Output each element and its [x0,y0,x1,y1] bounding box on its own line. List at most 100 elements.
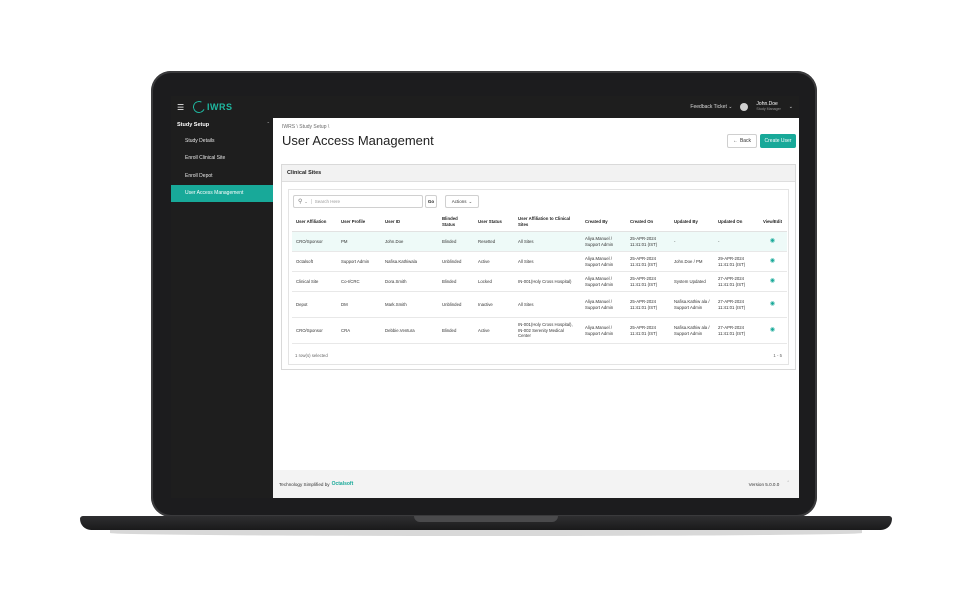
table-cell: DM [337,291,381,318]
footer-brand-logo: Octalsoft [331,481,354,487]
table-cell: CRO/Sponsor [292,231,337,252]
table-row[interactable]: Octalsoft Support Admin Nafisa.Kathiwala… [292,251,787,272]
eye-icon[interactable]: ◉ [770,301,775,307]
search-icon: ⚲ [298,199,303,205]
table-row[interactable]: Depot DM Mark.Smith Unblinded Inactive A… [292,291,787,318]
view-edit-cell: ◉ [758,291,787,318]
breadcrumb-iwrs[interactable]: IWRS [282,124,295,130]
table-row[interactable]: CRO/Sponsor PM John.Doe Blinded Resetted… [292,231,787,252]
table-cell: Debbie.Ventura [381,317,438,344]
table-cell: Co-I/CRC [337,271,381,292]
column-header[interactable]: Blinded Status [438,212,474,232]
search-field[interactable]: ⚲ ⌄ [293,195,423,208]
eye-icon[interactable]: ◉ [770,238,775,244]
table-cell: 25-APR-2024 11:41:01 (IST) [626,251,670,272]
table-cell: Blinded [438,231,474,252]
actions-dropdown[interactable]: Actions ⌄ [445,195,479,208]
column-header[interactable]: User ID [381,212,438,232]
logo-text: IWRS [207,102,233,112]
sidebar: Study Setup ˆ Study Details Enroll Clini… [171,118,273,498]
sidebar-item-study-details[interactable]: Study Details [171,132,273,150]
table-cell: 29-APR-2024 11:41:01 (IST) [714,251,758,272]
hamburger-icon[interactable]: ☰ [177,103,187,112]
sidebar-section-label: Study Setup [177,122,210,128]
topbar-right: Feedback Ticket ⌄ John.Doe Study Manager… [690,102,793,112]
table-header-row: User Affiliation User Profile User ID Bl… [292,212,787,232]
column-header[interactable]: User Affiliation [292,212,337,232]
table-cell: - [714,231,758,252]
table-panel: ⚲ ⌄ Go Actions ⌄ User Affili [288,189,789,365]
version-label: Version 5.0.0.0 [748,481,780,487]
column-header[interactable]: User Status [474,212,514,232]
back-label: Back [739,138,752,144]
table-cell: Inactive [474,291,514,318]
table-cell: Active [474,251,514,272]
sidebar-section-study-setup[interactable]: Study Setup ˆ [171,118,273,132]
table-cell: Blinded [438,317,474,344]
footer-right: Version 5.0.0.0 ˆ [749,481,789,487]
user-table: User Affiliation User Profile User ID Bl… [292,212,787,344]
table-cell: PM [337,231,381,252]
table-row[interactable]: Clinical Site Co-I/CRC Dora.Smith Blinde… [292,271,787,292]
table-cell: 25-APR-2024 11:41:01 (IST) [626,231,670,252]
sidebar-item-enroll-depot[interactable]: Enroll Depot [171,167,273,185]
chevron-up-icon[interactable]: ˆ [787,481,789,487]
footer: Technology Simplified by Octalsoft Versi… [273,470,799,498]
table-cell: Depot [292,291,337,318]
table-cell: Unblinded [438,291,474,318]
chevron-down-icon: ⌄ [728,104,733,110]
clinical-sites-card: Clinical Sites ⚲ ⌄ Go Actions ⌄ [281,164,796,370]
sidebar-item-enroll-clinical-site[interactable]: Enroll Clinical Site [171,150,273,168]
go-button[interactable]: Go [425,195,437,208]
column-header[interactable]: Updated On [714,212,758,232]
table-cell: Nafisa.Kathiw ala / Support Admin [670,291,714,318]
user-menu[interactable]: John.Doe Study Manager [756,102,780,112]
table-cell: Nafisa.Kathiwala [381,251,438,272]
chevron-down-icon[interactable]: ⌄ [304,199,312,204]
breadcrumb-study-setup[interactable]: Study Setup [299,124,326,130]
table-cell: Nafisa.Kathiw ala / Support Admin [670,317,714,344]
eye-icon[interactable]: ◉ [770,327,775,333]
column-header[interactable]: View/Edit [758,212,787,232]
eye-icon[interactable]: ◉ [770,258,775,264]
app-screen: ☰ IWRS Feedback Ticket ⌄ John.Doe Study … [171,96,799,498]
table-cell: Unblinded [438,251,474,272]
column-header[interactable]: User Affiliation to Clinical Sites [514,212,581,232]
column-header[interactable]: Created On [626,212,670,232]
chevron-down-icon[interactable]: ⌄ [789,104,793,110]
avatar[interactable] [740,103,749,111]
app-logo[interactable]: IWRS [191,99,233,115]
table-cell: Octalsoft [292,251,337,272]
logo-ring-icon [191,99,207,115]
table-cell: Aliya.Manuel / Support Admin [581,291,626,318]
feedback-ticket-menu[interactable]: Feedback Ticket ⌄ [690,104,732,110]
table-cell: Aliya.Manuel / Support Admin [581,271,626,292]
column-header[interactable]: Created By [581,212,626,232]
table-cell: 27-APR-2024 11:41:01 (IST) [714,317,758,344]
selection-count: 1 row(s) selected [295,353,328,358]
table-cell: 27-APR-2024 11:41:01 (IST) [714,291,758,318]
back-button[interactable]: ← Back [727,134,757,148]
table-cell: IN-001(Holy Cross Hospital) [514,271,581,292]
table-cell: Mark.Smith [381,291,438,318]
table-cell: CRO/Sponsor [292,317,337,344]
sidebar-item-label: Enroll Clinical Site [185,155,226,162]
laptop-shadow [110,530,862,536]
page-title: User Access Management [282,133,434,148]
main-content: IWRS \ Study Setup \ User Access Managem… [273,118,799,498]
table-row[interactable]: CRO/Sponsor CRA Debbie.Ventura Blinded A… [292,317,787,344]
eye-icon[interactable]: ◉ [770,278,775,284]
chevron-up-icon: ˆ [267,122,269,128]
view-edit-cell: ◉ [758,317,787,344]
table-cell: Locked [474,271,514,292]
column-header[interactable]: Updated By [670,212,714,232]
table-cell: 25-APR-2024 11:41:01 (IST) [626,271,670,292]
sidebar-item-user-access-management[interactable]: User Access Management [171,184,273,202]
footer-tagline-text: Technology Simplified by [279,481,330,487]
create-user-button[interactable]: Create User [760,134,796,148]
table-cell: Support Admin [337,251,381,272]
search-input[interactable] [314,199,405,204]
column-header[interactable]: User Profile [337,212,381,232]
table-cell: IN-001(Holy Cross Hospital), IN-002 Sere… [514,317,581,344]
user-role: Study Manager [756,107,781,111]
